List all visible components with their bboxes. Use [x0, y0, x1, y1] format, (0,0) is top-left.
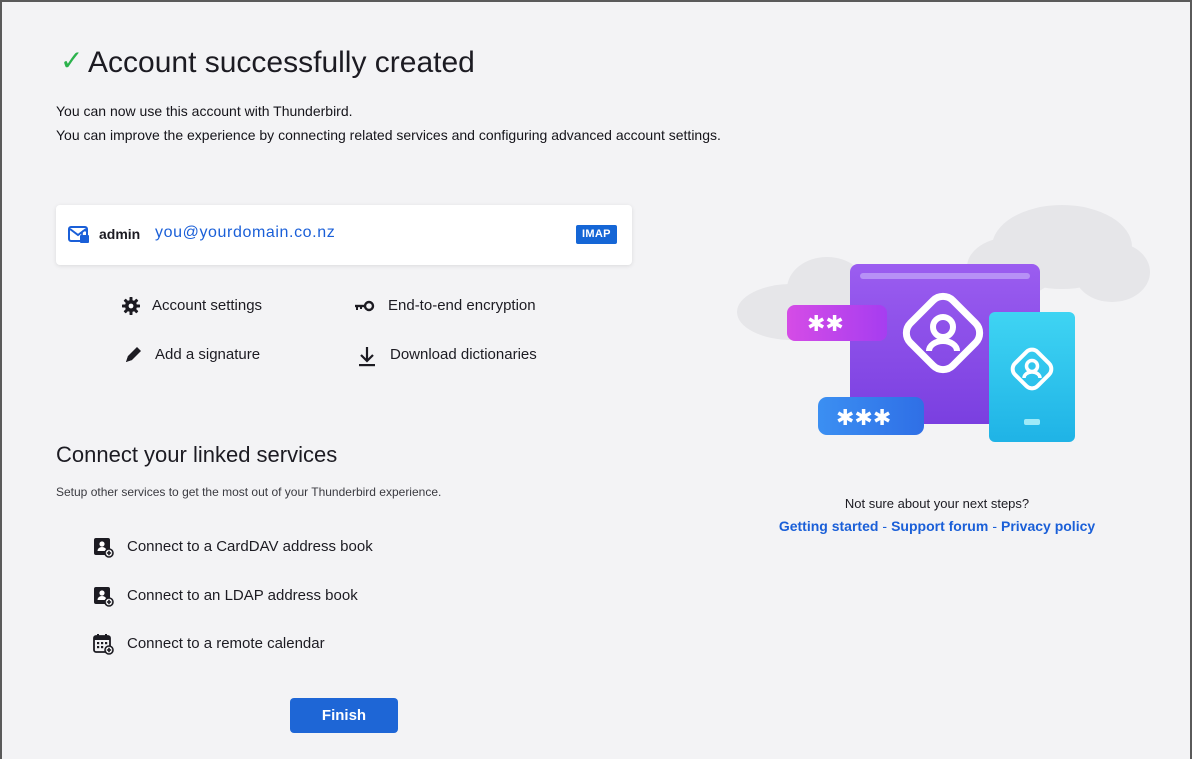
account-settings-link[interactable]: Account settings: [121, 297, 301, 317]
help-links: Getting started - Support forum - Privacy po…: [702, 518, 1172, 534]
end-to-end-encryption-link[interactable]: End-to-end encryption: [354, 297, 574, 317]
key-icon: [354, 299, 376, 317]
account-illustration: ✱✱ ✱✱✱: [732, 197, 1152, 462]
gear-icon: [121, 296, 141, 320]
password-dots-short: ✱✱: [807, 312, 844, 337]
account-setup-page: ✓ Account successfully created You can n…: [0, 0, 1192, 759]
connect-ldap-label: Connect to an LDAP address book: [127, 587, 358, 604]
intro-line-2: You can improve the experience by connec…: [56, 127, 721, 143]
linked-services-subtitle: Setup other services to get the most out…: [56, 485, 442, 499]
success-check-icon: ✓: [60, 45, 84, 76]
getting-started-link[interactable]: Getting started: [779, 518, 879, 534]
connect-carddav-label: Connect to a CardDAV address book: [127, 538, 373, 555]
end-to-end-encryption-label: End-to-end encryption: [388, 297, 536, 314]
address-book-icon: [92, 536, 114, 562]
link-separator: -: [882, 518, 888, 534]
calendar-icon: [92, 633, 114, 659]
intro-text: You can now use this account with Thunde…: [56, 99, 721, 147]
linked-services-title: Connect your linked services: [56, 442, 338, 467]
support-forum-link[interactable]: Support forum: [891, 518, 988, 534]
page-title: Account successfully created: [88, 46, 475, 79]
protocol-badge: IMAP: [576, 225, 617, 244]
download-icon: [357, 345, 377, 371]
account-card: admin you@yourdomain.co.nz IMAP: [56, 205, 632, 265]
finish-button[interactable]: Finish: [290, 698, 398, 733]
account-settings-label: Account settings: [152, 297, 263, 314]
next-steps-question: Not sure about your next steps?: [844, 496, 1030, 511]
password-dots-long: ✱✱✱: [836, 406, 891, 431]
connect-calendar-label: Connect to a remote calendar: [127, 635, 325, 652]
intro-line-1: You can now use this account with Thunde…: [56, 103, 353, 119]
privacy-policy-link[interactable]: Privacy policy: [1001, 518, 1095, 534]
connect-ldap-link[interactable]: Connect to an LDAP address book: [92, 587, 422, 607]
add-signature-label: Add a signature: [155, 346, 261, 363]
download-dictionaries-link[interactable]: Download dictionaries: [357, 346, 577, 367]
link-separator: -: [992, 518, 997, 534]
mail-icon: [68, 226, 90, 249]
connect-carddav-link[interactable]: Connect to a CardDAV address book: [92, 538, 422, 558]
pen-icon: [123, 345, 143, 369]
download-dictionaries-label: Download dictionaries: [390, 346, 537, 363]
add-signature-link[interactable]: Add a signature: [123, 346, 303, 366]
account-name: admin: [99, 226, 141, 242]
account-email: you@yourdomain.co.nz: [155, 224, 336, 241]
connect-calendar-link[interactable]: Connect to a remote calendar: [92, 634, 422, 655]
address-book-icon: [92, 585, 114, 611]
